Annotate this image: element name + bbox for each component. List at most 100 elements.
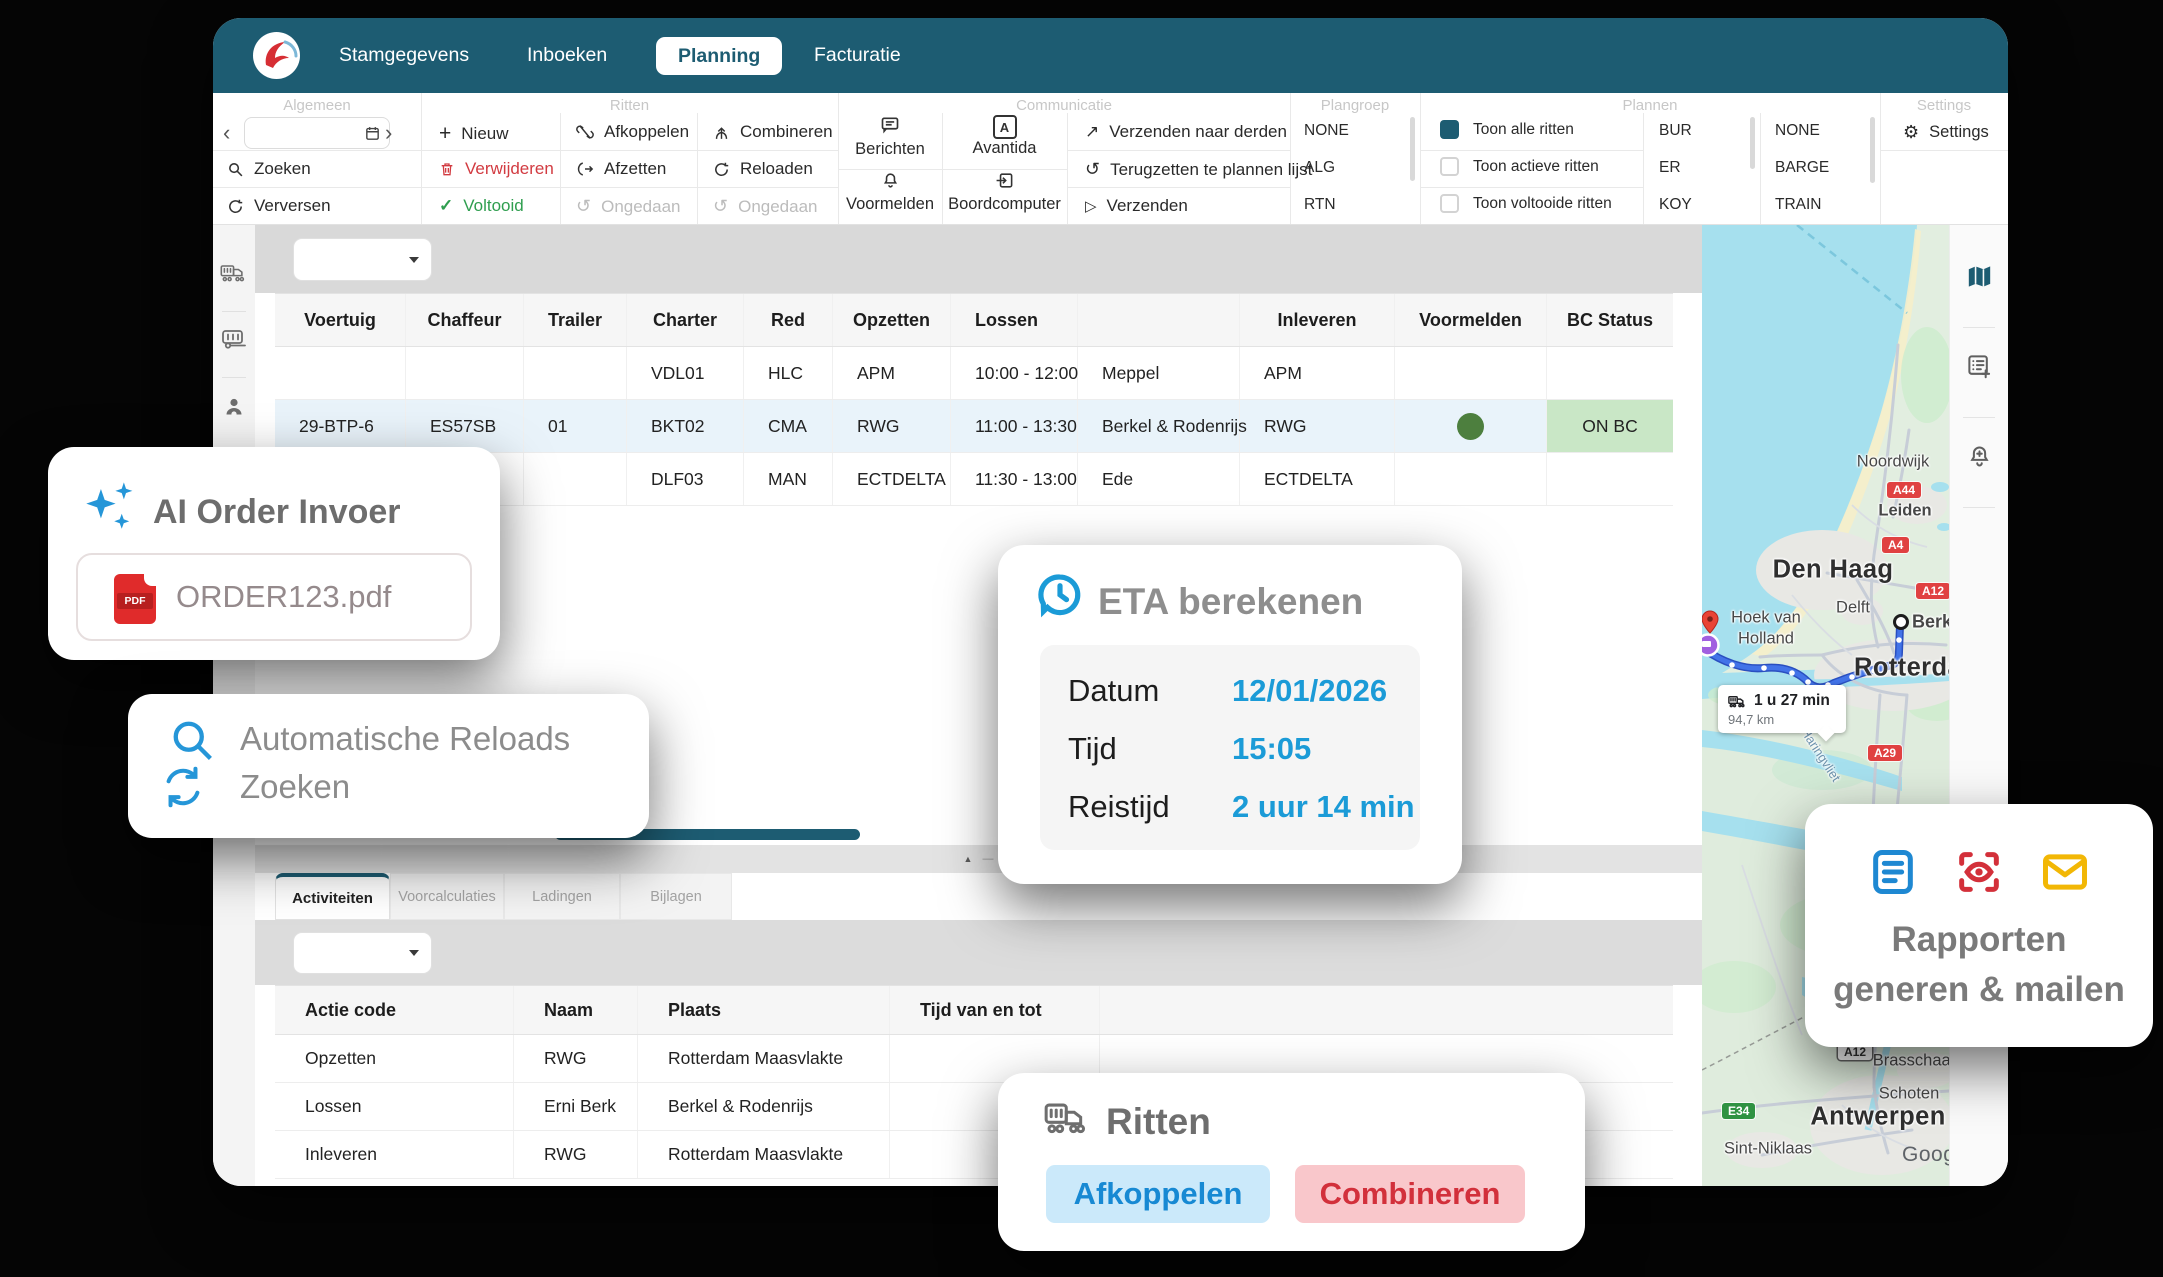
divider — [1420, 93, 1421, 225]
trailer-rail-icon[interactable] — [221, 327, 247, 351]
divider — [1880, 93, 1881, 225]
bc-status-badge: ON BC — [1547, 400, 1673, 452]
col-header-trailer[interactable]: Trailer — [524, 294, 627, 346]
plannen-col3-scrollbar[interactable] — [1870, 117, 1875, 183]
ongedaan-button-1[interactable]: ↺ Ongedaan — [576, 196, 681, 217]
divider — [213, 187, 838, 188]
group-title-algemeen: Algemeen — [213, 97, 421, 114]
nav-tab-facturatie[interactable]: Facturatie — [814, 18, 901, 93]
checkbox-toon-voltooide-ritten[interactable]: Toon voltooide ritten — [1440, 194, 1612, 213]
tab-bijlagen[interactable]: Bijlagen — [620, 873, 732, 920]
date-next-button[interactable]: › — [385, 120, 392, 146]
combineren-button[interactable]: Combineren — [713, 122, 833, 142]
report-doc-icon — [1867, 846, 1919, 898]
terugzetten-button[interactable]: ↺ Terugzetten te plannen lijst — [1085, 159, 1312, 180]
auto-reloads-card: Automatische Reloads Zoeken — [128, 694, 649, 838]
road-badge-a44: A44 — [1887, 482, 1921, 498]
road-badge-a29: A29 — [1868, 745, 1902, 761]
planning-row-2-selected[interactable]: 29-BTP-6 ES57SB 01 BKT02 CMA RWG 11:00 -… — [275, 400, 1673, 453]
detail-filter-select[interactable] — [293, 932, 432, 974]
col-header-lossen-plaats[interactable] — [1078, 294, 1240, 346]
afkoppelen-button[interactable]: Afkoppelen — [576, 122, 689, 142]
afzetten-button[interactable]: Afzetten — [576, 159, 666, 179]
nieuw-button[interactable]: + Nieuw — [439, 122, 509, 146]
eta-card: ETA berekenen Datum 12/01/2026 Tijd 15:0… — [998, 545, 1462, 884]
tab-voorcalculaties[interactable]: Voorcalculaties — [390, 873, 504, 920]
verzenden-naar-derden-button[interactable]: ↗ Verzenden naar derden — [1085, 122, 1287, 142]
col-header-plaats[interactable]: Plaats — [638, 986, 890, 1034]
col-header-lossen[interactable]: Lossen — [951, 294, 1078, 346]
combineren-action-button[interactable]: Combineren — [1295, 1165, 1525, 1223]
rapporten-line2: generen & mailen — [1805, 970, 2153, 1010]
avantida-icon: A — [993, 115, 1017, 139]
plannen-item-train[interactable]: TRAIN — [1775, 196, 1822, 214]
undo-icon: ↺ — [576, 196, 591, 217]
avantida-button[interactable]: A Avantida — [942, 115, 1067, 167]
verwijderen-button[interactable]: Verwijderen — [439, 159, 554, 179]
col-header-inleveren[interactable]: Inleveren — [1240, 294, 1395, 346]
col-header-chaffeur[interactable]: Chaffeur — [406, 294, 524, 346]
driver-rail-icon[interactable] — [222, 395, 246, 419]
plangroep-item-alg[interactable]: ALG — [1304, 159, 1335, 177]
col-header-charter[interactable]: Charter — [627, 294, 744, 346]
col-header-opzetten[interactable]: Opzetten — [833, 294, 951, 346]
plannen-item-none[interactable]: NONE — [1775, 122, 1820, 140]
truck-rail-icon[interactable] — [220, 261, 248, 285]
col-header-voormelden[interactable]: Voormelden — [1395, 294, 1547, 346]
date-prev-button[interactable]: ‹ — [223, 120, 230, 146]
verversen-button[interactable]: Verversen — [227, 196, 331, 216]
checkbox-toon-actieve-ritten[interactable]: Toon actieve ritten — [1440, 157, 1599, 176]
splitter-collapse-icon[interactable]: ▲ — [964, 854, 973, 864]
map-view-icon[interactable] — [1966, 263, 1993, 290]
plannen-item-koy[interactable]: KOY — [1659, 196, 1692, 214]
plangroep-item-rtn[interactable]: RTN — [1304, 196, 1336, 214]
ongedaan-button-2[interactable]: ↺ Ongedaan — [713, 196, 818, 217]
checkbox-toon-alle-ritten[interactable]: Toon alle ritten — [1440, 120, 1574, 139]
plannen-item-er[interactable]: ER — [1659, 159, 1681, 177]
auto-reloads-line1: Automatische Reloads — [240, 720, 570, 758]
truck-icon — [1044, 1099, 1090, 1137]
reload-icon — [713, 161, 730, 178]
eta-clock-icon — [1034, 571, 1086, 623]
verzenden-button[interactable]: ▷ Verzenden — [1085, 196, 1188, 216]
reloaden-button[interactable]: Reloaden — [713, 159, 813, 179]
col-header-red[interactable]: Red — [744, 294, 833, 346]
add-list-icon[interactable] — [1966, 353, 1993, 380]
group-filter-select[interactable] — [293, 238, 432, 281]
plannen-item-barge[interactable]: BARGE — [1775, 159, 1829, 177]
afkoppelen-action-button[interactable]: Afkoppelen — [1046, 1165, 1270, 1223]
berichten-button[interactable]: Berichten — [838, 115, 942, 167]
road-badge-e34: E34 — [1722, 1103, 1755, 1119]
plannen-col2-scrollbar[interactable] — [1750, 117, 1755, 169]
date-input[interactable] — [244, 117, 390, 149]
voltooid-button[interactable]: ✓ Voltooid — [439, 196, 524, 216]
nav-tab-planning[interactable]: Planning — [656, 37, 782, 75]
col-header-bc-status[interactable]: BC Status — [1547, 294, 1673, 346]
col-header-tijd[interactable]: Tijd van en tot — [890, 986, 1100, 1034]
send-icon: ▷ — [1085, 197, 1097, 215]
plangroep-scrollbar[interactable] — [1410, 117, 1415, 181]
road-badge-a4: A4 — [1882, 537, 1909, 553]
order-pdf-chip[interactable]: PDF ORDER123.pdf — [76, 553, 472, 641]
rapporten-card: Rapporten generen & mailen — [1805, 804, 2153, 1047]
nav-tab-stamgegevens[interactable]: Stamgegevens — [339, 18, 469, 93]
planning-row-1[interactable]: VDL01 HLC APM 10:00 - 12:00 Meppel APM — [275, 347, 1673, 400]
refresh-icon — [160, 764, 206, 810]
boordcomputer-button[interactable]: Boordcomputer — [942, 171, 1067, 223]
add-alert-icon[interactable] — [1966, 443, 1993, 470]
tab-ladingen[interactable]: Ladingen — [504, 873, 620, 920]
group-title-settings: Settings — [1880, 97, 2008, 114]
plannen-item-bur[interactable]: BUR — [1659, 122, 1692, 140]
pane-splitter[interactable]: ▲ — — [255, 845, 1702, 873]
col-header-naam[interactable]: Naam — [514, 986, 638, 1034]
tab-activiteiten[interactable]: Activiteiten — [275, 873, 390, 920]
zoeken-button[interactable]: Zoeken — [227, 159, 311, 179]
settings-button[interactable]: ⚙ Settings — [1903, 122, 1989, 143]
plangroep-item-none[interactable]: NONE — [1304, 122, 1349, 140]
col-header-actie-code[interactable]: Actie code — [275, 986, 514, 1034]
col-header-voertuig[interactable]: Voertuig — [275, 294, 406, 346]
nav-tab-inboeken[interactable]: Inboeken — [527, 18, 607, 93]
pdf-icon: PDF — [114, 574, 156, 624]
voormelden-button[interactable]: Voormelden — [838, 171, 942, 223]
search-icon — [166, 714, 218, 766]
